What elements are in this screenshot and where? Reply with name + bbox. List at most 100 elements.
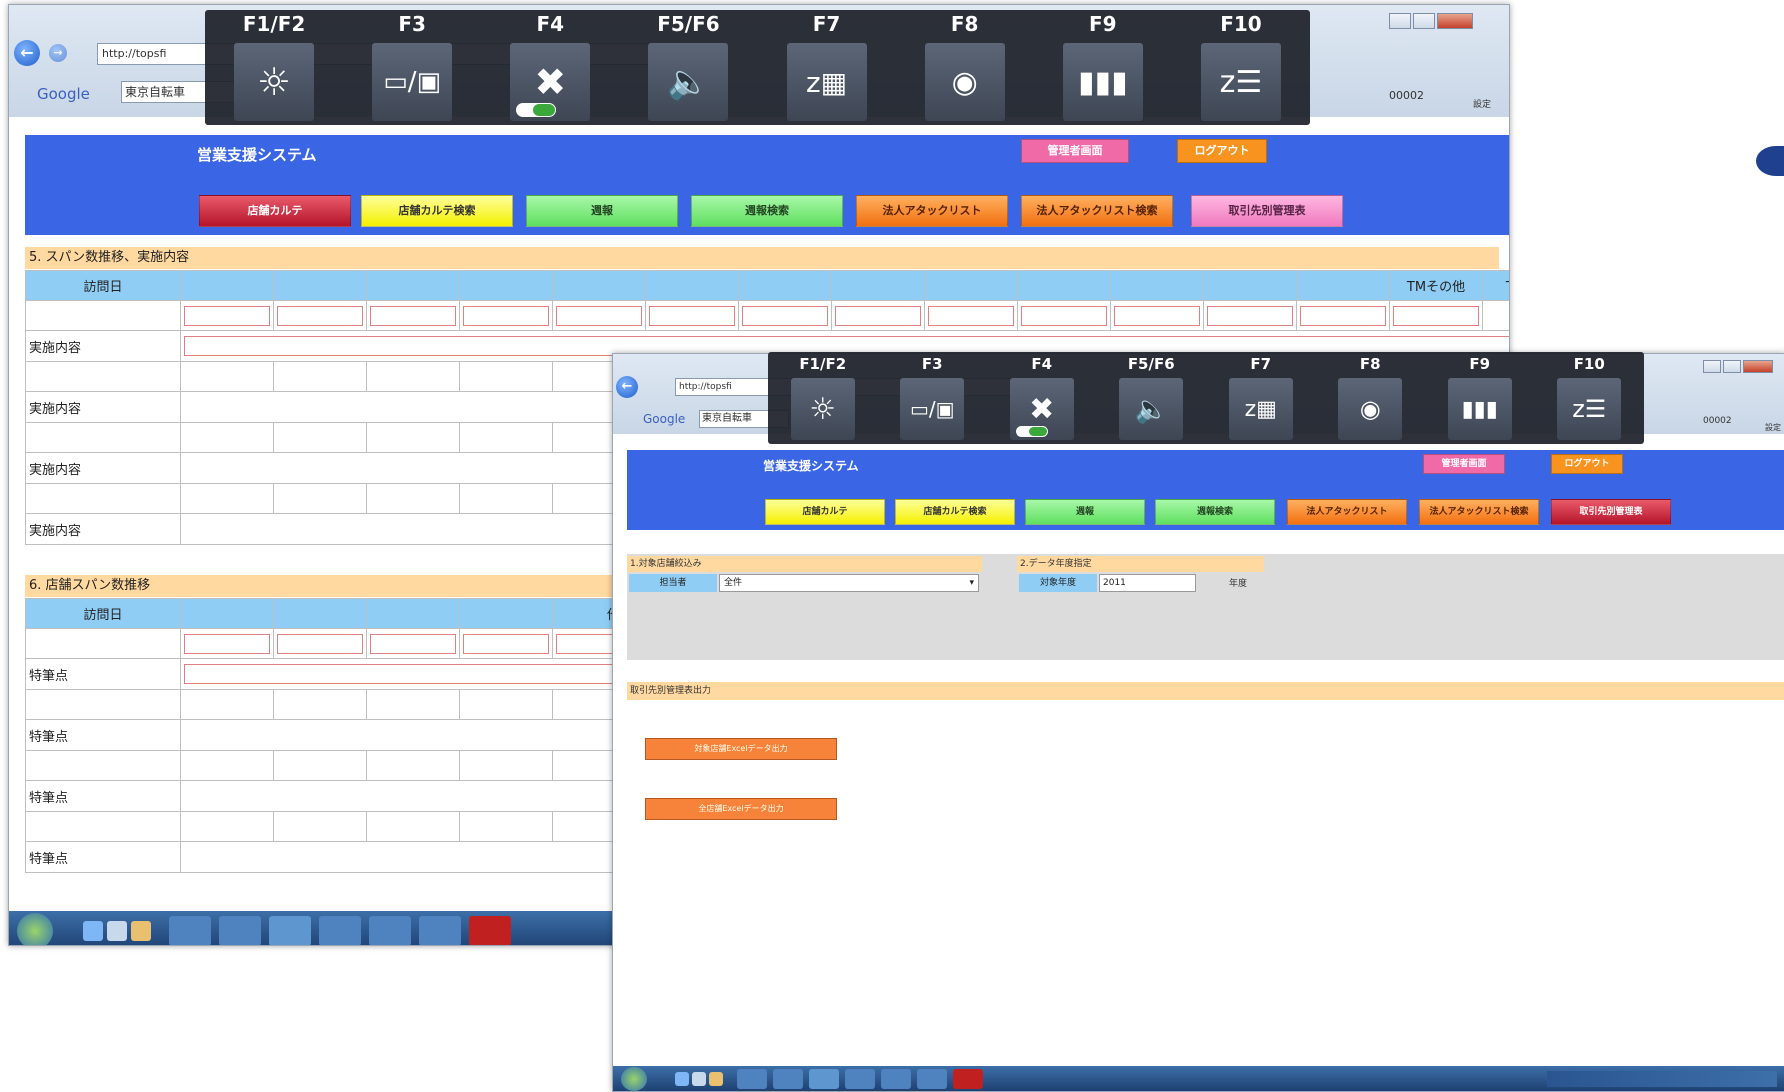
output-section-title: 取引先別管理表出力 [627,682,1784,700]
start-button[interactable] [621,1067,647,1091]
logout-button[interactable]: ログアウト [1551,454,1623,474]
maximize-icon[interactable] [1723,360,1741,373]
note-input[interactable] [180,780,676,812]
media-icon[interactable] [709,1072,723,1086]
taskbar-app-icon[interactable] [269,916,311,945]
taskbar-app-icon[interactable] [419,916,461,945]
note-input[interactable] [180,841,676,873]
activity-label: 実施内容 [25,330,181,362]
date-input[interactable] [180,300,274,331]
pdf-icon[interactable] [953,1069,983,1089]
brightness-icon: ☼ [234,43,315,121]
fkey-f5-f6: F5/F6 🔈 [619,10,757,125]
close-icon[interactable] [1743,360,1773,373]
date-input[interactable] [645,300,739,331]
date-input[interactable] [459,628,553,659]
nav-client-management[interactable]: 取引先別管理表 [1551,499,1671,525]
explorer-icon[interactable] [692,1072,706,1086]
settings-menu[interactable]: 設定 [1765,422,1781,433]
logout-button[interactable]: ログアウト [1177,139,1267,163]
date-input[interactable] [552,300,646,331]
taskbar-app-icon[interactable] [917,1069,947,1089]
nav-store-karte[interactable]: 店舗カルテ [765,499,885,525]
taskbar-app-icon[interactable] [881,1069,911,1089]
taskbar-app-icon[interactable] [845,1069,875,1089]
ie-icon[interactable] [83,921,103,941]
minimize-icon[interactable] [1389,13,1411,29]
app-header: 営業支援システム 管理者画面 ログアウト 店舗カルテ 店舗カルテ検索 週報 週報… [25,135,1509,235]
nav-weekly-report-search[interactable]: 週報検索 [691,195,843,227]
start-button[interactable] [17,913,53,945]
media-icon[interactable] [131,921,151,941]
hibernate-icon: z☰ [1557,378,1622,440]
nav-store-karte[interactable]: 店舗カルテ [199,195,351,227]
nav-corporate-attack-list-search[interactable]: 法人アタックリスト検索 [1419,499,1539,525]
year-input[interactable]: 2011 [1099,574,1196,592]
export-all-stores-button[interactable]: 全店舗Excelデータ出力 [645,798,837,820]
date-input[interactable] [924,300,1018,331]
activity-label: 実施内容 [25,513,181,545]
nav-corporate-attack-list-search[interactable]: 法人アタックリスト検索 [1021,195,1173,227]
function-key-overlay: F1/F2 ☼ F3 ▭/▣ F4 ✖ F5/F6 🔈 F7 z▦ F8 ◉ F9 ▮▮▮ F… [205,10,1310,125]
volume-icon: 🔈 [648,43,729,121]
nav-corporate-attack-list[interactable]: 法人アタックリスト [1287,499,1407,525]
back-button[interactable]: ← [616,376,638,398]
battery-icon: ▮▮▮ [1447,378,1512,440]
fkey-f4: F4 ✖ [481,10,619,125]
minimize-icon[interactable] [1703,360,1721,373]
taskbar-app-icon[interactable] [169,916,211,945]
date-input[interactable] [366,628,460,659]
taskbar-app-icon[interactable] [219,916,261,945]
filter-year-label: 対象年度 [1019,574,1097,592]
pdf-icon[interactable] [469,916,511,945]
settings-menu[interactable]: 設定 [1473,97,1491,110]
account-menu[interactable]: 00002 [1703,416,1732,426]
date-input[interactable] [459,300,553,331]
note-input[interactable] [180,658,676,690]
nav-weekly-report[interactable]: 週報 [1025,499,1145,525]
taskbar-app-icon[interactable] [773,1069,803,1089]
nav-corporate-attack-list[interactable]: 法人アタックリスト [856,195,1008,227]
fkey-f4: F4 ✖ [987,352,1097,444]
date-input[interactable] [273,300,367,331]
admin-button[interactable]: 管理者画面 [1021,139,1129,163]
date-input[interactable] [738,300,832,331]
fkey-f8: F8 ◉ [1316,352,1426,444]
note-input[interactable] [180,719,676,751]
nav-weekly-report[interactable]: 週報 [526,195,678,227]
taskbar-app-icon[interactable] [737,1069,767,1089]
sleep-icon: z▦ [786,43,867,121]
date-input[interactable] [1389,300,1483,331]
visit-date-header: 訪問日 [25,598,181,629]
forward-button[interactable]: → [49,44,67,62]
date-input[interactable] [1017,300,1111,331]
ie-icon[interactable] [675,1072,689,1086]
maximize-icon[interactable] [1413,13,1435,29]
nav-weekly-report-search[interactable]: 週報検索 [1155,499,1275,525]
wireless-toggle[interactable] [1015,426,1048,437]
date-input[interactable] [273,628,367,659]
date-input[interactable] [1110,300,1204,331]
staff-select[interactable]: 全件 ▾ [719,574,979,592]
taskbar-app-icon[interactable] [369,916,411,945]
date-input[interactable] [831,300,925,331]
nav-client-management[interactable]: 取引先別管理表 [1191,195,1343,227]
browser-window-front: ← http://topsfi Google 東京自転車 00002 設定 営業… [612,353,1784,1092]
date-input[interactable] [1296,300,1390,331]
taskbar-app-icon[interactable] [319,916,361,945]
export-target-stores-button[interactable]: 対象店舗Excelデータ出力 [645,738,837,760]
google-toolbar-logo: Google [37,85,90,103]
date-input[interactable] [1203,300,1297,331]
wireless-toggle[interactable] [516,103,557,117]
explorer-icon[interactable] [107,921,127,941]
taskbar-app-icon[interactable] [809,1069,839,1089]
date-input[interactable] [180,628,274,659]
close-icon[interactable] [1437,13,1473,29]
nav-store-karte-search[interactable]: 店舗カルテ検索 [895,499,1015,525]
date-input[interactable] [366,300,460,331]
admin-button[interactable]: 管理者画面 [1423,454,1505,474]
activity-label: 実施内容 [25,452,181,484]
nav-store-karte-search[interactable]: 店舗カルテ検索 [361,195,513,227]
back-button[interactable]: ← [14,40,40,66]
account-menu[interactable]: 00002 [1389,89,1424,102]
